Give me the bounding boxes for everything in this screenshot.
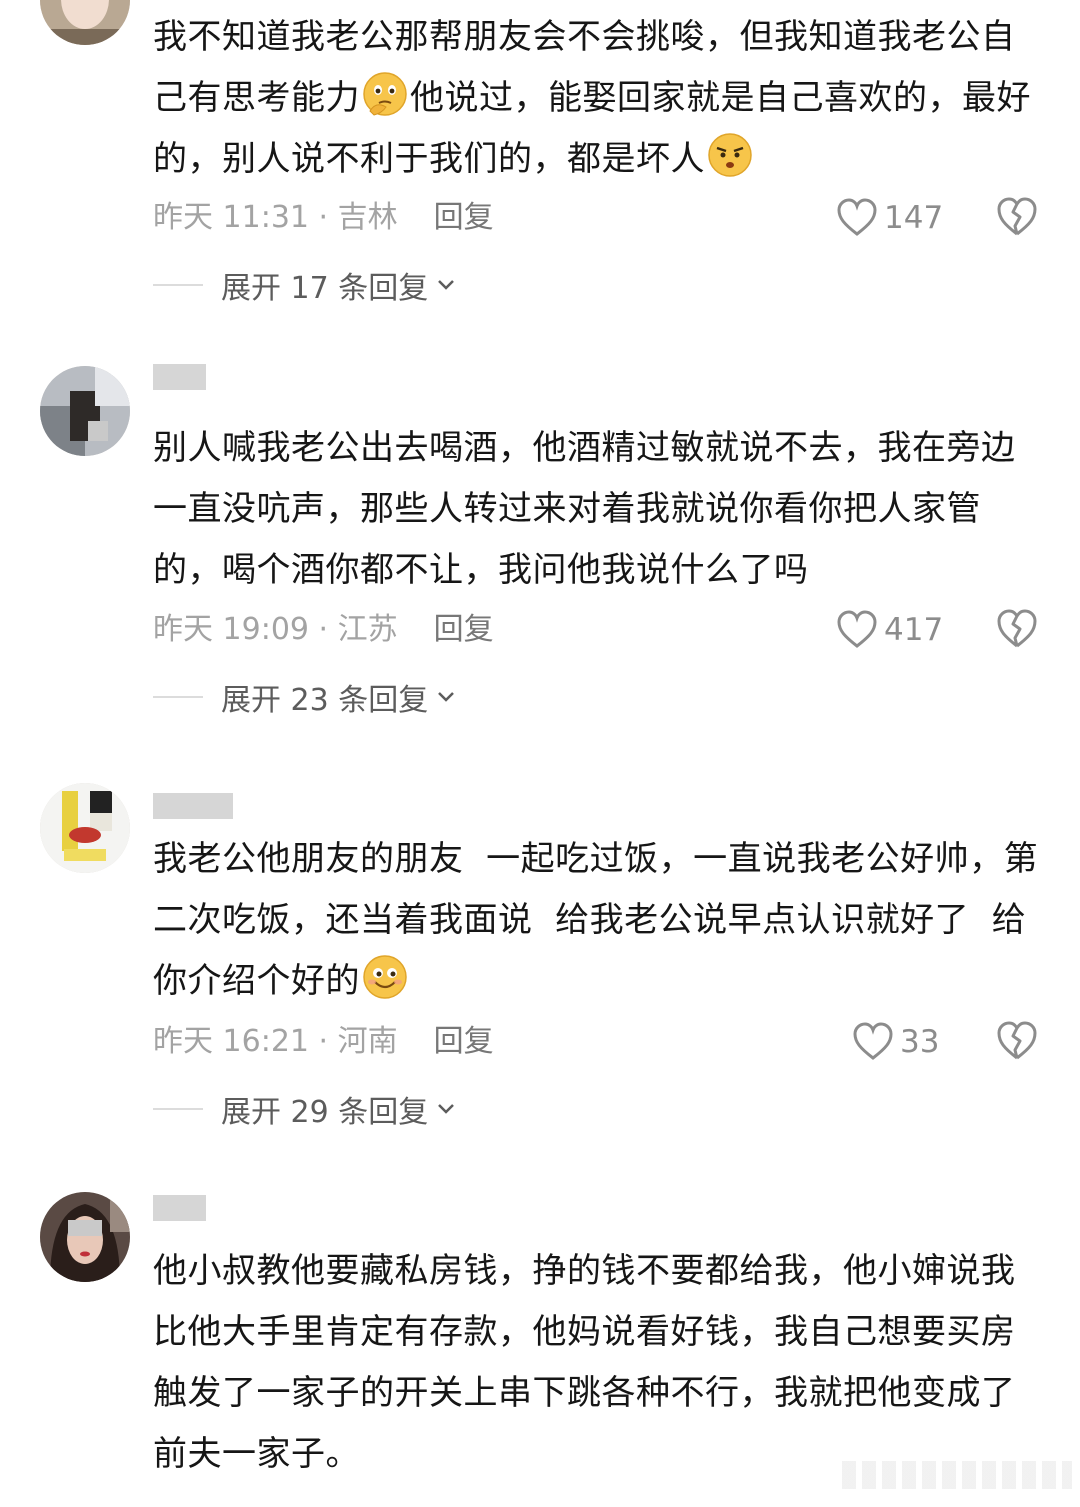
comment-meta: 昨天 16:21 · 河南 回复 [153, 1022, 494, 1062]
avatar[interactable] [40, 0, 130, 45]
chevron-down-icon [438, 692, 455, 702]
watermark [842, 1461, 1072, 1489]
like-button[interactable]: 417 [836, 609, 943, 651]
avatar[interactable] [40, 783, 130, 873]
expand-label: 展开 23 条回复 [221, 683, 429, 718]
avatar[interactable] [40, 1192, 130, 1282]
chevron-down-icon [438, 280, 455, 290]
time-location: 昨天 11:31 · 吉林 [153, 200, 398, 235]
like-count: 147 [884, 200, 944, 236]
expand-replies-button[interactable]: 展开 23 条回复 [153, 677, 456, 718]
like-count: 417 [884, 612, 944, 648]
heart-icon [853, 1022, 893, 1060]
like-button[interactable]: 33 [852, 1021, 939, 1063]
expand-label: 展开 29 条回复 [221, 1095, 429, 1130]
username-redacted[interactable] [153, 1195, 206, 1221]
like-count: 33 [900, 1024, 940, 1060]
divider-line [153, 696, 203, 698]
annoyed-emoji [707, 132, 753, 178]
like-button[interactable]: 147 [836, 197, 943, 239]
time-location: 昨天 19:09 · 江苏 [153, 612, 398, 647]
comment-meta: 昨天 19:09 · 江苏 回复 [153, 610, 494, 650]
reply-button[interactable]: 回复 [434, 1024, 494, 1059]
heart-icon [837, 610, 877, 648]
time-location: 昨天 16:21 · 河南 [153, 1024, 398, 1059]
comment-text: 别人喊我老公出去喝酒，他酒精过敏就说不去，我在旁边一直没吭声，那些人转过来对着我… [153, 428, 1016, 590]
divider-line [153, 284, 203, 286]
comment-text: 我不知道我老公那帮朋友会不会挑唆，但我知道我老公自己有思考能力 他说过，能娶回家就… [153, 17, 1031, 179]
username-redacted[interactable] [153, 364, 206, 390]
comment-text: 我老公他朋友的朋友 一起吃过饭，一直说我老公好帅，第二次吃饭，还当着我面说 给我… [153, 839, 1039, 1001]
broken-heart-icon[interactable] [996, 1020, 1038, 1062]
smile-emoji [362, 954, 408, 1000]
expand-replies-button[interactable]: 展开 29 条回复 [153, 1089, 456, 1130]
heart-icon [837, 198, 877, 236]
expand-replies-button[interactable]: 展开 17 条回复 [153, 265, 456, 306]
divider-line [153, 1108, 203, 1110]
avatar[interactable] [40, 366, 130, 456]
username-redacted[interactable] [153, 793, 233, 819]
reply-button[interactable]: 回复 [434, 612, 494, 647]
comment-meta: 昨天 11:31 · 吉林 回复 [153, 198, 494, 238]
thinking-emoji [362, 71, 408, 117]
broken-heart-icon[interactable] [996, 608, 1038, 650]
reply-button[interactable]: 回复 [434, 200, 494, 235]
chevron-down-icon [438, 1104, 455, 1114]
broken-heart-icon[interactable] [996, 196, 1038, 238]
expand-label: 展开 17 条回复 [221, 271, 429, 306]
comment-text: 他小叔教他要藏私房钱，挣的钱不要都给我，他小婶说我比他大手里肯定有存款，他妈说看… [153, 1251, 1016, 1474]
